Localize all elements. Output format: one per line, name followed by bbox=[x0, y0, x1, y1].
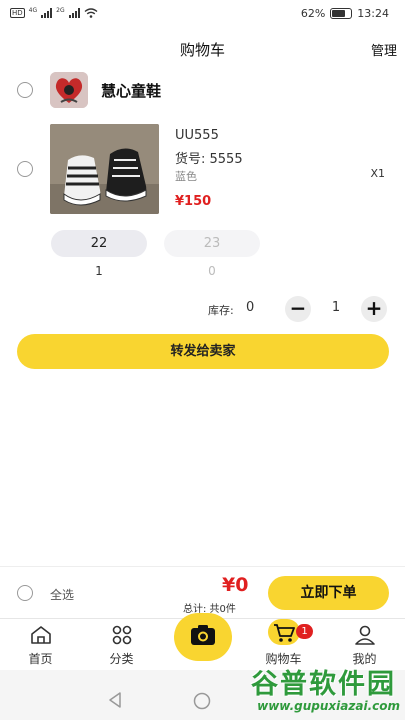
cart-highlight bbox=[267, 619, 300, 645]
network-type-2: 2G bbox=[56, 7, 65, 14]
header: 购物车 管理 bbox=[0, 30, 405, 66]
shoe-image-icon bbox=[50, 124, 159, 214]
status-left: HD 4G 2G bbox=[10, 8, 98, 18]
status-bar: HD 4G 2G 62% 13:24 bbox=[0, 0, 405, 30]
checkout-bar: 全选 ¥0 总计: 共0件 立即下单 bbox=[0, 566, 405, 618]
watermark: 谷普软件园 www.gupuxiazai.com bbox=[218, 660, 404, 720]
shop-name[interactable]: 慧心童鞋 bbox=[101, 80, 161, 101]
battery-percent: 62% bbox=[300, 7, 326, 20]
quantity-minus-button[interactable]: − bbox=[285, 296, 311, 322]
item-select-radio[interactable] bbox=[17, 161, 33, 177]
product-name: UU555 bbox=[175, 128, 219, 143]
home-nav-icon[interactable] bbox=[193, 692, 211, 710]
size-count-23: 0 bbox=[208, 264, 216, 278]
cart-badge: 1 bbox=[296, 624, 313, 639]
grid-icon bbox=[112, 625, 131, 645]
product-quantity: X1 bbox=[370, 167, 385, 180]
signal-icon bbox=[68, 8, 80, 18]
place-order-button[interactable]: 立即下单 bbox=[268, 576, 389, 610]
camera-button[interactable] bbox=[174, 613, 232, 661]
battery-icon bbox=[330, 8, 353, 19]
tab-category-label: 分类 bbox=[109, 652, 134, 666]
manage-button[interactable]: 管理 bbox=[371, 40, 397, 59]
size-chip-22[interactable]: 22 bbox=[51, 230, 147, 257]
network-type-1: 4G bbox=[28, 7, 38, 14]
product-color: 蓝色 bbox=[175, 170, 197, 183]
shop-avatar bbox=[50, 72, 88, 108]
cart-icon bbox=[273, 624, 295, 642]
size-count-22: 1 bbox=[95, 264, 103, 278]
total-amount: ¥0 bbox=[222, 574, 249, 596]
select-all-label[interactable]: 全选 bbox=[50, 586, 74, 603]
stock-label: 库存: bbox=[208, 304, 234, 317]
watermark-url: www.gupuxiazai.com bbox=[257, 699, 400, 713]
tab-home-label: 首页 bbox=[28, 652, 53, 666]
forward-to-seller-button[interactable]: 转发给卖家 bbox=[17, 334, 389, 369]
status-right: 62% 13:24 bbox=[301, 7, 389, 20]
shop-logo-icon bbox=[50, 72, 88, 108]
status-time: 13:24 bbox=[357, 7, 389, 20]
hd-indicator: HD bbox=[10, 8, 25, 18]
quantity-plus-button[interactable]: + bbox=[361, 296, 387, 322]
tab-category[interactable]: 分类 bbox=[81, 619, 162, 671]
home-icon bbox=[30, 626, 51, 644]
quantity-value[interactable]: 1 bbox=[326, 300, 346, 315]
watermark-title: 谷普软件园 bbox=[251, 669, 396, 700]
select-all-radio[interactable] bbox=[17, 585, 33, 601]
size-chip-23[interactable]: 23 bbox=[164, 230, 260, 257]
tab-home[interactable]: 首页 bbox=[0, 619, 81, 671]
signal-icon bbox=[41, 8, 53, 18]
shop-select-radio[interactable] bbox=[17, 82, 33, 98]
back-icon[interactable] bbox=[108, 692, 122, 708]
wifi-icon bbox=[84, 8, 98, 18]
camera-icon bbox=[191, 625, 215, 645]
stock-value: 0 bbox=[246, 300, 255, 315]
product-image[interactable] bbox=[50, 124, 159, 214]
person-icon bbox=[354, 625, 375, 645]
product-code: 货号: 5555 bbox=[175, 152, 243, 167]
product-price: ¥150 bbox=[175, 194, 212, 209]
page-title: 购物车 bbox=[179, 41, 225, 59]
